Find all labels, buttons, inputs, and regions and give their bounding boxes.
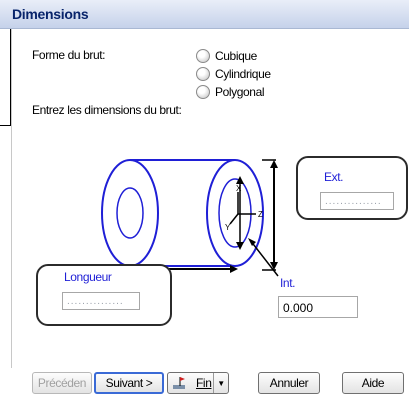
previous-button[interactable]: Précéden xyxy=(32,372,92,394)
radio-polygonal[interactable]: Polygonal xyxy=(196,85,265,99)
int-leader-line xyxy=(248,238,279,277)
cancel-button-label: Annuler xyxy=(269,376,309,390)
cancel-button[interactable]: Annuler xyxy=(258,372,320,394)
finish-flag-icon xyxy=(173,377,185,389)
button-bar: Précéden Suivant > Fin ▼ Annuler Aide xyxy=(0,368,409,398)
radio-button-icon[interactable] xyxy=(196,67,210,81)
title-bar: Dimensions xyxy=(0,0,409,29)
length-input[interactable]: ............... xyxy=(62,292,140,310)
finish-button[interactable]: Fin ▼ xyxy=(167,372,229,394)
help-button[interactable]: Aide xyxy=(342,372,404,394)
axis-x-label: X xyxy=(236,184,242,193)
cylinder-back-bore xyxy=(116,187,144,239)
radio-cubique[interactable]: Cubique xyxy=(196,49,257,63)
window-title: Dimensions xyxy=(12,6,89,22)
radio-label: Polygonal xyxy=(215,85,265,99)
next-button[interactable]: Suivant > xyxy=(94,372,164,394)
finish-dropdown-arrow-icon[interactable]: ▼ xyxy=(213,373,228,393)
radio-cylindrique[interactable]: Cylindrique xyxy=(196,67,271,81)
ext-callout xyxy=(296,156,408,220)
previous-button-label: Précéden xyxy=(37,376,87,390)
radio-button-icon[interactable] xyxy=(196,49,210,63)
cylinder-back-face xyxy=(101,159,159,267)
background-window-edge xyxy=(0,28,11,126)
ext-label: Ext. xyxy=(324,170,344,184)
int-diameter-input[interactable]: 0.000 xyxy=(278,296,358,318)
length-label: Longueur xyxy=(64,270,112,284)
axis-y-label: Y xyxy=(225,223,231,232)
shape-label: Forme du brut: xyxy=(32,48,106,62)
radio-label: Cylindrique xyxy=(215,67,271,81)
next-button-label: Suivant > xyxy=(105,376,153,390)
int-label: Int. xyxy=(280,276,296,290)
radio-button-icon[interactable] xyxy=(196,85,210,99)
dialog-left-border xyxy=(11,28,12,368)
ext-diameter-input[interactable]: ............... xyxy=(320,192,394,210)
radio-label: Cubique xyxy=(215,49,257,63)
dimensions-prompt: Entrez les dimensions du brut: xyxy=(32,103,182,117)
help-button-label: Aide xyxy=(361,376,385,390)
finish-button-label: Fin xyxy=(196,376,212,390)
